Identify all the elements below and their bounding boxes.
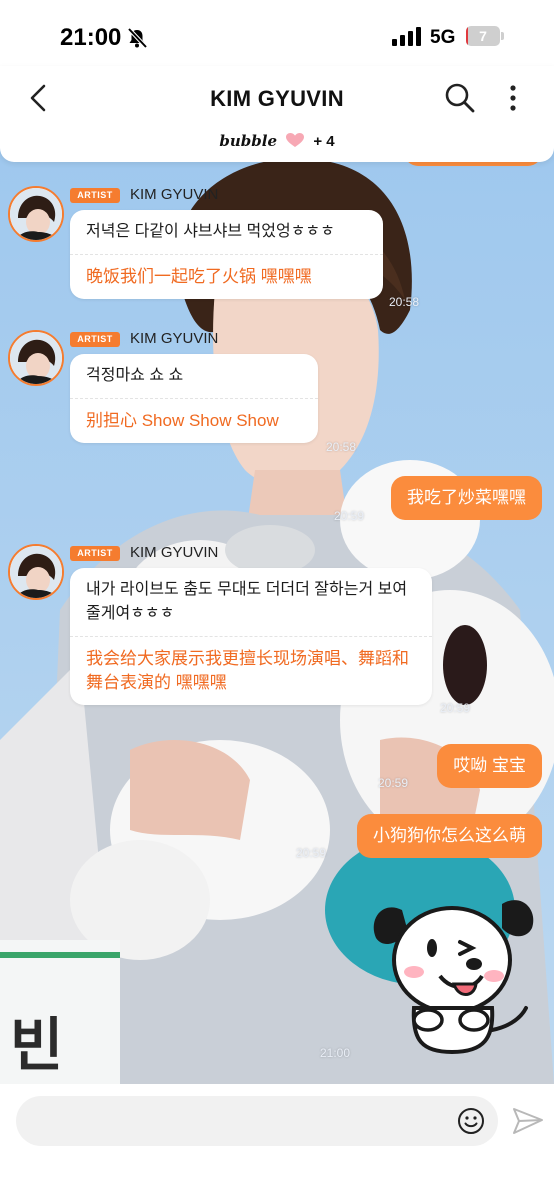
message-card[interactable]: 내가 라이브도 춤도 무대도 더더더 잘하는거 보여줄게여ㅎㅎㅎ 我会给大家展示… (70, 568, 432, 705)
message-time: 20:58 (326, 440, 357, 454)
smiley-icon[interactable] (456, 1106, 486, 1136)
artist-badge: ARTIST (70, 546, 120, 561)
my-message-bubble[interactable]: 我吃了炒菜嘿嘿 (391, 476, 542, 520)
message-text-translation: 别担心 Show Show Show (86, 411, 279, 430)
message-card[interactable]: 걱정마쇼 쇼 쇼 别担心 Show Show Show (70, 354, 318, 443)
signal-icon (392, 27, 421, 46)
message-text-original: 저녁은 다같이 샤브샤브 먹었엉ㅎㅎㅎ (86, 223, 335, 240)
message-time: 21:00 (320, 1046, 351, 1060)
message-text-original: 내가 라이브도 춤도 무대도 더더더 잘하는거 보여줄게여ㅎㅎㅎ (86, 581, 408, 622)
message-list: ARTIST KIM GYUVIN 저녁은 다같이 샤브샤브 먹었엉ㅎㅎㅎ 晚饭… (0, 140, 554, 1084)
message-card[interactable]: 저녁은 다같이 샤브샤브 먹었엉ㅎㅎㅎ 晚饭我们一起吃了火锅 嘿嘿嘿 (70, 210, 383, 299)
message-text-original: 걱정마쇼 쇼 쇼 (86, 367, 184, 384)
artist-avatar[interactable] (8, 186, 64, 242)
send-icon[interactable] (512, 1106, 544, 1136)
avatar-image (10, 188, 62, 240)
status-bar: 21:00 5G 7 (0, 0, 554, 72)
message-text-translation: 晚饭我们一起吃了火锅 嘿嘿嘿 (86, 267, 312, 286)
bell-muted-icon (127, 27, 148, 49)
avatar-image (10, 332, 62, 384)
input-bar (0, 1084, 554, 1200)
artist-badge: ARTIST (70, 188, 120, 203)
network-label: 5G (430, 27, 456, 48)
sender-name: KIM GYUVIN (130, 186, 219, 203)
sender-name: KIM GYUVIN (130, 330, 219, 347)
message-time: 20:59 (440, 701, 471, 715)
chevron-left-icon[interactable] (24, 80, 56, 116)
search-icon[interactable] (444, 82, 476, 114)
bubble-brand: bubble (219, 132, 277, 150)
artist-badge: ARTIST (70, 332, 120, 347)
message-input[interactable] (16, 1096, 498, 1146)
chat-area[interactable]: 빈 ARTIST KIM GYUVIN 저녁은 다같이 샤브샤브 먹었엉ㅎㅎㅎ … (0, 140, 554, 1084)
battery-indicator: 7 (466, 26, 504, 46)
my-message-bubble[interactable]: 哎呦 宝宝 (437, 744, 542, 788)
message-time: 20:59 (378, 776, 409, 790)
bubble-count: + 4 (313, 133, 335, 150)
artist-avatar[interactable] (8, 544, 64, 600)
avatar-image (10, 546, 62, 598)
heart-icon (286, 133, 305, 147)
bubble-subscription-badge[interactable]: bubble + 4 (0, 132, 554, 150)
message-time: 20:59 (296, 846, 327, 860)
message-time: 20:59 (334, 509, 365, 523)
my-message-bubble[interactable]: 小狗狗你怎么这么萌 (357, 814, 542, 858)
message-time: 20:58 (389, 295, 420, 309)
puppy-sticker[interactable] (362, 880, 542, 1060)
more-vertical-icon[interactable] (500, 82, 526, 114)
artist-avatar[interactable] (8, 330, 64, 386)
sender-name: KIM GYUVIN (130, 544, 219, 561)
battery-level: 7 (479, 28, 487, 44)
status-time: 21:00 (60, 24, 122, 51)
message-text-translation: 我会给大家展示我更擅长现场演唱、舞蹈和舞台表演的 嘿嘿嘿 (86, 649, 409, 692)
chat-header: KIM GYUVIN bubble + 4 (0, 66, 554, 162)
